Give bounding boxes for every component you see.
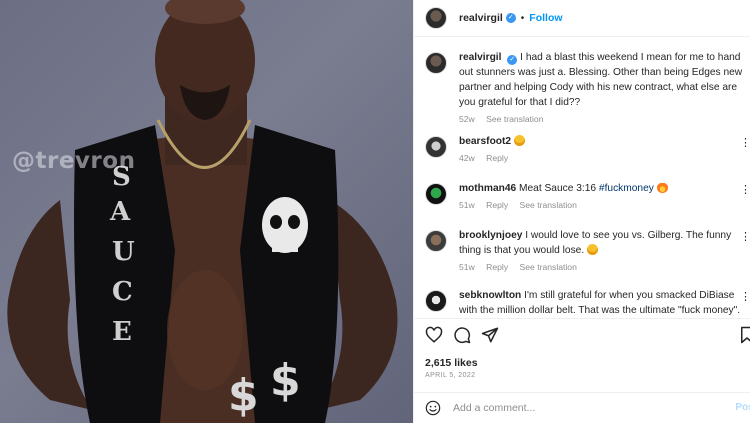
comment-username[interactable]: sebknowlton bbox=[459, 290, 521, 301]
verified-badge-icon: ✓ bbox=[507, 55, 518, 65]
bookmark-icon[interactable] bbox=[738, 326, 750, 344]
smiley-icon[interactable] bbox=[425, 400, 441, 416]
post-author-username[interactable]: realvirgil bbox=[459, 12, 503, 24]
skull-emblem bbox=[262, 197, 308, 253]
avatar[interactable] bbox=[425, 290, 447, 312]
comment-username[interactable]: realvirgil bbox=[459, 52, 501, 63]
caption: realvirgil ✓ I had a blast this weekend … bbox=[425, 50, 750, 124]
comment-username[interactable]: brooklynjoey bbox=[459, 230, 522, 241]
likes-count[interactable]: 2,615 likes bbox=[425, 357, 478, 369]
more-icon[interactable]: ⋮ bbox=[740, 230, 750, 243]
post-sidebar: realvirgil ✓ • Follow realvirgil ✓ I had… bbox=[413, 0, 750, 423]
svg-text:C: C bbox=[112, 277, 133, 307]
comment-item: sebknowlton I'm still grateful for when … bbox=[425, 288, 750, 318]
svg-text:E: E bbox=[112, 317, 132, 347]
post-header: realvirgil ✓ • Follow bbox=[414, 0, 750, 37]
see-translation-link[interactable]: See translation bbox=[520, 262, 577, 272]
comment-username[interactable]: bearsfoot2 bbox=[459, 136, 511, 147]
comment-username[interactable]: mothman46 bbox=[459, 183, 516, 194]
comment-input[interactable]: Add a comment... bbox=[453, 402, 750, 414]
post-photo[interactable]: S A U C E $ $ @trevron bbox=[0, 0, 413, 423]
follow-button[interactable]: Follow bbox=[529, 12, 562, 24]
reply-button[interactable]: Reply bbox=[486, 262, 508, 272]
svg-text:A: A bbox=[109, 197, 131, 227]
share-icon[interactable] bbox=[481, 326, 499, 344]
action-bar bbox=[425, 326, 750, 348]
avatar[interactable] bbox=[425, 52, 447, 74]
hashtag-link[interactable]: #fuckmoney bbox=[599, 183, 654, 194]
comment-time: 52w bbox=[459, 114, 475, 124]
see-translation-link[interactable]: See translation bbox=[520, 200, 577, 210]
avatar[interactable] bbox=[425, 183, 447, 205]
more-icon[interactable]: ⋮ bbox=[740, 136, 750, 149]
svg-text:$: $ bbox=[270, 355, 301, 406]
reply-button[interactable]: Reply bbox=[486, 153, 508, 163]
comment-text: I had a blast this weekend I mean for me… bbox=[459, 52, 743, 108]
see-translation-link[interactable]: See translation bbox=[486, 114, 543, 124]
comment-item: bearsfoot2 42w Reply ⋮ bbox=[425, 134, 750, 163]
comment-icon[interactable] bbox=[453, 326, 471, 344]
more-icon[interactable]: ⋮ bbox=[740, 290, 750, 303]
heart-icon[interactable] bbox=[425, 326, 443, 344]
grinning-face-icon bbox=[587, 244, 598, 255]
wrestler-illustration: S A U C E $ $ bbox=[7, 0, 398, 423]
post-date: APRIL 5, 2022 bbox=[425, 372, 476, 379]
comment-time: 51w bbox=[459, 200, 475, 210]
verified-badge-icon: ✓ bbox=[505, 13, 516, 23]
comments-list[interactable]: realvirgil ✓ I had a blast this weekend … bbox=[414, 38, 750, 318]
svg-text:$: $ bbox=[228, 370, 259, 421]
avatar[interactable] bbox=[425, 136, 447, 158]
post-comment-button[interactable]: Post bbox=[735, 402, 750, 413]
grinning-face-icon bbox=[513, 135, 525, 146]
comment-text: Meat Sauce 3:16 bbox=[519, 183, 597, 194]
avatar[interactable] bbox=[425, 7, 447, 29]
add-comment-bar: Add a comment... Post bbox=[414, 392, 750, 423]
photo-watermark: @trevron bbox=[12, 148, 136, 174]
comment-time: 51w bbox=[459, 262, 475, 272]
separator-dot: • bbox=[520, 12, 525, 24]
avatar[interactable] bbox=[425, 230, 447, 252]
svg-text:U: U bbox=[112, 237, 135, 267]
comment-item: brooklynjoey I would love to see you vs.… bbox=[425, 228, 750, 272]
more-icon[interactable]: ⋮ bbox=[740, 183, 750, 196]
comment-item: mothman46 Meat Sauce 3:16 #fuckmoney 51w… bbox=[425, 181, 750, 210]
fire-icon bbox=[656, 182, 668, 193]
comment-time: 42w bbox=[459, 153, 475, 163]
reply-button[interactable]: Reply bbox=[486, 200, 508, 210]
divider bbox=[414, 318, 750, 319]
